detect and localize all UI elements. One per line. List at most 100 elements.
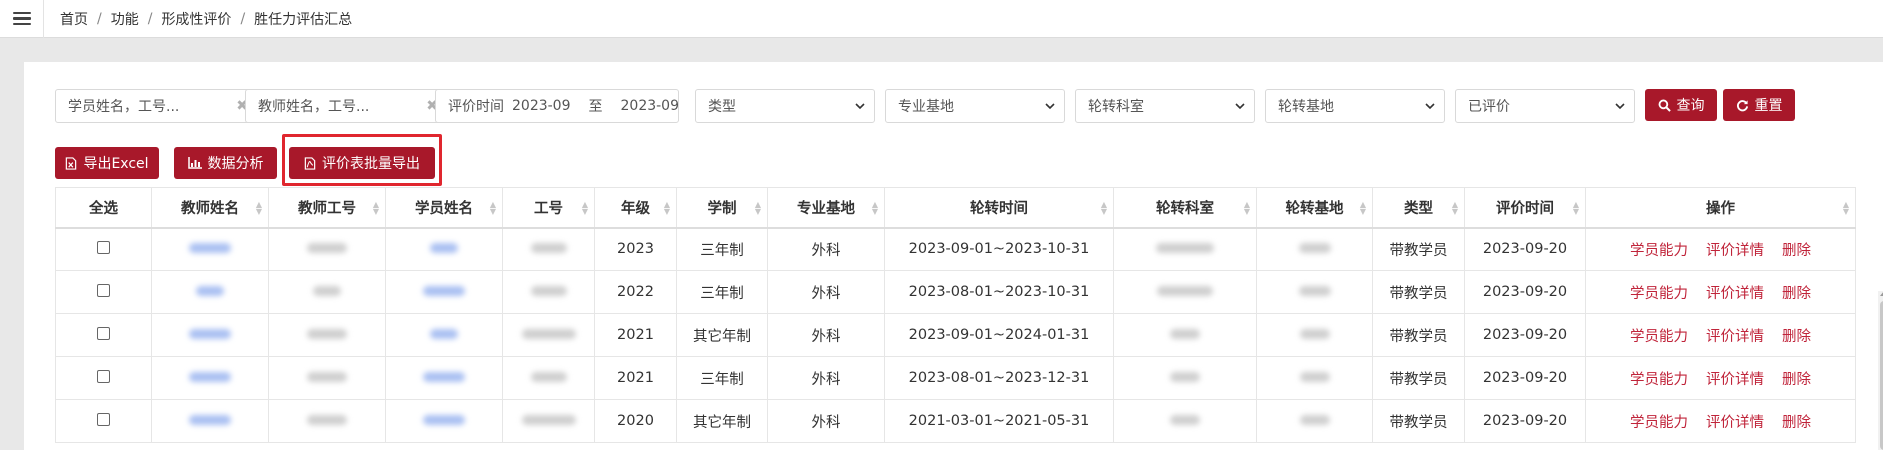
- sort-icon[interactable]: ▲ ▼: [1360, 201, 1366, 216]
- student-name-redacted[interactable]: [423, 286, 465, 296]
- delete-link[interactable]: 删除: [1782, 243, 1811, 259]
- sort-icon[interactable]: ▲ ▼: [755, 201, 761, 216]
- col-teacher-name[interactable]: 教师姓名 ▲ ▼: [151, 187, 269, 229]
- row-checkbox[interactable]: [97, 240, 110, 254]
- eval-detail-link[interactable]: 评价详情: [1706, 329, 1764, 345]
- row-checkbox[interactable]: [97, 283, 110, 297]
- eval-time-cell: 2023-09-20: [1464, 313, 1586, 357]
- teacher-id-redacted: [307, 243, 347, 254]
- sort-icon[interactable]: ▲ ▼: [664, 201, 670, 216]
- col-grade[interactable]: 年级 ▲ ▼: [594, 187, 677, 229]
- breadcrumb-formative-eval[interactable]: 形成性评价: [161, 9, 231, 29]
- dept-redacted: [1157, 286, 1213, 296]
- row-checkbox[interactable]: [97, 326, 110, 340]
- sort-icon[interactable]: ▲ ▼: [256, 201, 262, 216]
- breadcrumb-home[interactable]: 首页: [60, 9, 88, 29]
- delete-link[interactable]: 删除: [1782, 415, 1811, 431]
- student-search-input[interactable]: 学员姓名，工号... ✖: [55, 89, 259, 123]
- dept-redacted: [1156, 243, 1214, 254]
- delete-link[interactable]: 删除: [1782, 372, 1811, 388]
- delete-link[interactable]: 删除: [1782, 329, 1811, 345]
- date-to[interactable]: 2023-09: [621, 98, 680, 114]
- col-student-name[interactable]: 学员姓名 ▲ ▼: [385, 187, 503, 229]
- data-analysis-button[interactable]: 数据分析: [174, 147, 277, 179]
- dept-redacted: [1170, 415, 1200, 425]
- sort-icon[interactable]: ▲ ▼: [1244, 201, 1250, 216]
- menu-toggle-button[interactable]: [0, 0, 44, 38]
- eval-date-range-input[interactable]: 评价时间 2023-09 至 2023-09: [435, 89, 679, 123]
- student-ability-link[interactable]: 学员能力: [1630, 415, 1688, 431]
- rotation-base-select[interactable]: 轮转基地: [1265, 89, 1445, 123]
- col-teacher-id[interactable]: 教师工号 ▲ ▼: [268, 187, 386, 229]
- sort-icon[interactable]: ▲ ▼: [373, 201, 379, 216]
- student-id-redacted: [521, 329, 576, 339]
- student-ability-link[interactable]: 学员能力: [1630, 372, 1688, 388]
- teacher-name-redacted[interactable]: [189, 243, 231, 254]
- breadcrumb-function[interactable]: 功能: [111, 9, 139, 29]
- student-name-redacted[interactable]: [423, 415, 465, 425]
- rotation-base-redacted: [1298, 243, 1331, 254]
- sort-icon[interactable]: ▲ ▼: [1843, 201, 1849, 216]
- student-ability-link[interactable]: 学员能力: [1630, 286, 1688, 302]
- col-select-all[interactable]: 全选: [55, 187, 152, 229]
- student-name-redacted[interactable]: [430, 243, 458, 254]
- type-cell: 带教学员: [1372, 356, 1465, 400]
- type-cell: 带教学员: [1372, 270, 1465, 314]
- col-major-base[interactable]: 专业基地 ▲ ▼: [767, 187, 885, 229]
- col-student-id[interactable]: 工号 ▲ ▼: [502, 187, 595, 229]
- export-excel-button[interactable]: 导出Excel: [55, 147, 159, 179]
- student-ability-link[interactable]: 学员能力: [1630, 329, 1688, 345]
- teacher-id-redacted: [313, 286, 341, 296]
- table-row: 2023 三年制 外科 2023-09-01~2023-10-31 带教学员 2…: [55, 227, 1856, 271]
- row-checkbox[interactable]: [97, 369, 110, 383]
- sort-icon[interactable]: ▲ ▼: [582, 201, 588, 216]
- student-ability-link[interactable]: 学员能力: [1630, 243, 1688, 259]
- col-rotation-base[interactable]: 轮转基地 ▲ ▼: [1256, 187, 1373, 229]
- eval-detail-link[interactable]: 评价详情: [1706, 286, 1764, 302]
- teacher-search-input[interactable]: 教师姓名，工号... ✖: [245, 89, 449, 123]
- col-eval-time[interactable]: 评价时间 ▲ ▼: [1464, 187, 1586, 229]
- reset-button[interactable]: 重置: [1723, 89, 1795, 121]
- table-header-row: 全选 教师姓名 ▲ ▼ 教师工号 ▲ ▼ 学员姓名 ▲ ▼ 工号 ▲ ▼ 年级 ▲ ▼ 学制 ▲ ▼ 专…: [55, 187, 1856, 229]
- rotation-time-cell: 2023-09-01~2023-10-31: [884, 227, 1114, 271]
- col-rotation-dept[interactable]: 轮转科室 ▲ ▼: [1113, 187, 1257, 229]
- system-cell: 其它年制: [676, 399, 768, 443]
- teacher-name-redacted[interactable]: [189, 415, 231, 425]
- sort-icon[interactable]: ▲ ▼: [1452, 201, 1458, 216]
- date-from[interactable]: 2023-09: [512, 98, 571, 114]
- teacher-name-redacted[interactable]: [196, 286, 224, 296]
- col-system[interactable]: 学制 ▲ ▼: [676, 187, 768, 229]
- teacher-name-redacted[interactable]: [189, 329, 231, 339]
- search-button[interactable]: 查询: [1645, 89, 1717, 121]
- col-rotation-time[interactable]: 轮转时间 ▲ ▼: [884, 187, 1114, 229]
- rotation-time-cell: 2023-08-01~2023-10-31: [884, 270, 1114, 314]
- type-cell: 带教学员: [1372, 399, 1465, 443]
- type-cell: 带教学员: [1372, 227, 1465, 271]
- teacher-name-redacted[interactable]: [189, 372, 231, 382]
- eval-detail-link[interactable]: 评价详情: [1706, 415, 1764, 431]
- type-select[interactable]: 类型: [695, 89, 875, 123]
- highlight-annotation: [282, 134, 442, 186]
- sort-icon[interactable]: ▲ ▼: [1101, 201, 1107, 216]
- grade-cell: 2021: [594, 313, 677, 357]
- student-name-redacted[interactable]: [423, 372, 465, 382]
- col-type[interactable]: 类型 ▲ ▼: [1372, 187, 1465, 229]
- delete-link[interactable]: 删除: [1782, 286, 1811, 302]
- eval-status-select[interactable]: 已评价: [1455, 89, 1635, 123]
- base-cell: 外科: [767, 227, 885, 271]
- student-name-redacted[interactable]: [430, 329, 458, 339]
- table-vertical-scrollbar[interactable]: [1878, 291, 1883, 450]
- eval-detail-link[interactable]: 评价详情: [1706, 243, 1764, 259]
- breadcrumb: 首页 / 功能 / 形成性评价 / 胜任力评估汇总: [60, 9, 353, 29]
- sort-icon[interactable]: ▲ ▼: [872, 201, 878, 216]
- rotation-dept-select[interactable]: 轮转科室: [1075, 89, 1255, 123]
- table-row: 2021 其它年制 外科 2023-09-01~2024-01-31 带教学员 …: [55, 313, 1856, 357]
- top-bar: 首页 / 功能 / 形成性评价 / 胜任力评估汇总: [0, 0, 1883, 38]
- major-base-select[interactable]: 专业基地: [885, 89, 1065, 123]
- eval-detail-link[interactable]: 评价详情: [1706, 372, 1764, 388]
- student-id-redacted: [521, 415, 576, 425]
- row-checkbox[interactable]: [97, 412, 110, 426]
- sort-icon[interactable]: ▲ ▼: [490, 201, 496, 216]
- rotation-base-redacted: [1298, 286, 1331, 296]
- sort-icon[interactable]: ▲ ▼: [1573, 201, 1579, 216]
